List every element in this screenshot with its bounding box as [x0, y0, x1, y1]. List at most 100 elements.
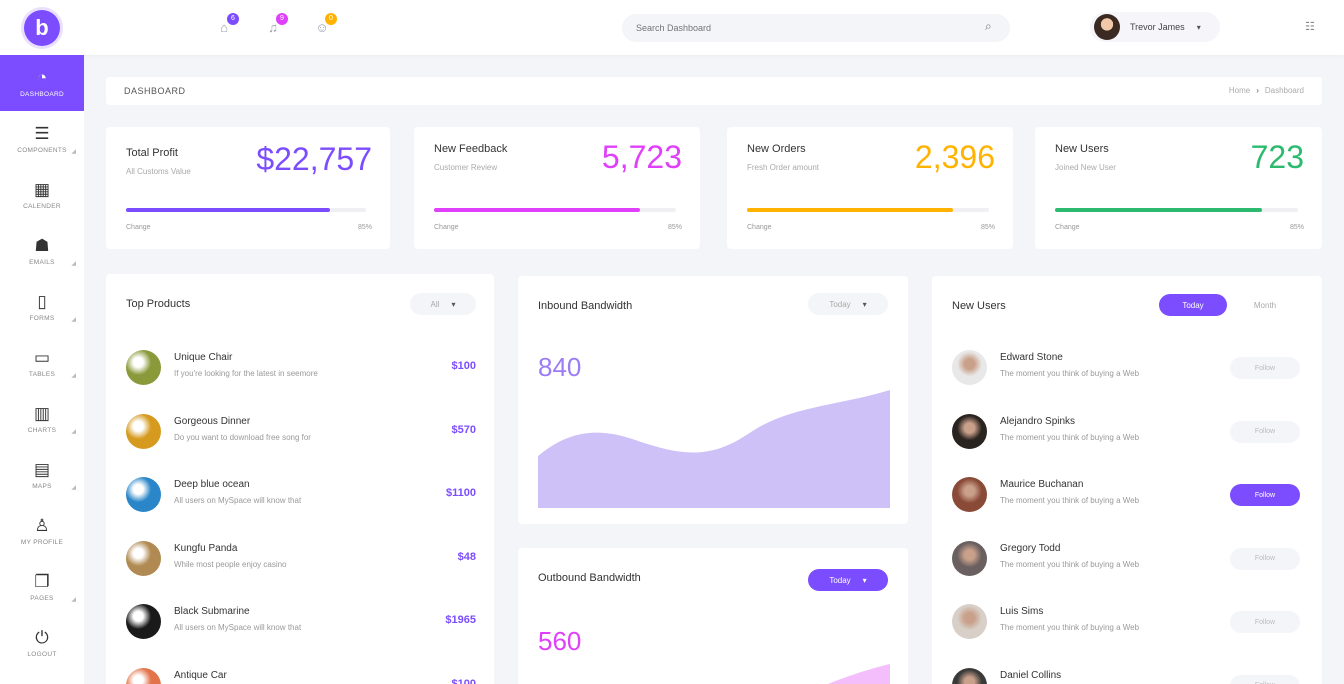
product-description: All users on MySpace will know that: [174, 623, 302, 632]
progress-fill: [1055, 208, 1262, 212]
product-image: [126, 413, 161, 449]
inbound-area: [538, 390, 890, 508]
user-list-item: Luis Sims The moment you think of buying …: [952, 602, 1300, 642]
inbound-filter-value: Today: [829, 299, 851, 309]
chevron-down-icon[interactable]: ▾: [1197, 23, 1201, 32]
follow-button[interactable]: Follow: [1230, 674, 1300, 684]
outbound-area: [828, 664, 890, 684]
sidebar-item-label: LOGOUT: [27, 651, 57, 658]
product-description: While most people enjoy casino: [174, 559, 287, 569]
product-list-item[interactable]: Antique Car $100: [126, 666, 476, 684]
progress-bar: [747, 208, 989, 212]
sidebar-item-forms[interactable]: ▯ FORMS ◢: [0, 279, 84, 335]
products-filter-dropdown[interactable]: All ▾: [410, 293, 476, 315]
follow-button[interactable]: Follow: [1230, 357, 1300, 379]
tab-today[interactable]: Today: [1159, 294, 1227, 316]
sidebar-item-tables[interactable]: ▭ TABLES ◢: [0, 335, 84, 391]
product-price: $100: [451, 677, 476, 684]
product-name: Gorgeous Dinner: [174, 415, 251, 427]
notification-badge: 9: [276, 13, 288, 25]
user-description: The moment you think of buying a Web: [1000, 496, 1140, 505]
stat-change-percent: 85%: [357, 224, 372, 231]
tables-icon: ▭: [33, 348, 51, 367]
notification-badge: 0: [325, 13, 337, 25]
product-list-item[interactable]: Gorgeous Dinner Do you want to download f…: [126, 412, 476, 452]
user-name: Luis Sims: [1000, 606, 1044, 617]
user-menu[interactable]: Trevor James ▾: [1090, 12, 1220, 42]
follow-button[interactable]: Follow: [1230, 611, 1300, 633]
chevron-down-icon: ◢: [71, 429, 76, 435]
sidebar-item-maps[interactable]: ▤ MAPS ◢: [0, 447, 84, 503]
sidebar-item-dashboard[interactable]: ◔ DASHBOARD: [0, 55, 84, 111]
sidebar-item-label: DASHBOARD: [20, 91, 64, 98]
logout-icon: ⏻: [35, 628, 49, 647]
sidebar-item-logout[interactable]: ⏻ LOGOUT: [0, 615, 84, 671]
top-products-panel: Top Products All ▾ Unique Chair If you're…: [106, 274, 494, 684]
sidebar-item-pages[interactable]: ❐ PAGES ◢: [0, 559, 84, 615]
notification-badge: 6: [227, 13, 239, 25]
stat-subtitle: Joined New User: [1055, 163, 1116, 172]
product-list-item[interactable]: Unique Chair If you're looking for the la…: [126, 348, 476, 388]
emails-icon: ☗: [34, 236, 50, 255]
stat-subtitle: Fresh Order amount: [747, 163, 820, 172]
avatar: [952, 540, 987, 576]
outbound-filter-dropdown[interactable]: Today ▾: [808, 569, 888, 591]
product-list-item[interactable]: Black Submarine All users on MySpace will…: [126, 602, 476, 642]
breadcrumb-current: Dashboard: [1264, 86, 1304, 95]
breadcrumb-home[interactable]: Home: [1229, 86, 1250, 95]
sidebar-item-emails[interactable]: ☗ EMAILS ◢: [0, 223, 84, 279]
user-name: Alejandro Spinks: [1000, 415, 1076, 427]
search-input[interactable]: [622, 14, 1010, 42]
user-name: Daniel Collins: [1000, 669, 1062, 681]
product-name: Antique Car: [174, 669, 227, 681]
logo-container[interactable]: b: [0, 0, 84, 55]
avatar[interactable]: [1094, 14, 1120, 40]
chevron-down-icon: ◢: [71, 317, 76, 323]
search-icon[interactable]: ⌕: [985, 19, 1001, 35]
chevron-down-icon: ◢: [71, 597, 76, 603]
user-name: Edward Stone: [1000, 352, 1063, 363]
my-profile-icon: ♙: [34, 516, 50, 535]
sidebar-item-components[interactable]: ☰ COMPONENTS ◢: [0, 111, 84, 167]
page-title: DASHBOARD: [124, 86, 186, 96]
user-description: The moment you think of buying a Web: [1000, 623, 1140, 632]
forms-icon: ▯: [37, 292, 47, 311]
logo[interactable]: b: [24, 9, 60, 46]
follow-button[interactable]: Follow: [1230, 484, 1300, 506]
inbound-title: Inbound Bandwidth: [538, 300, 633, 312]
home-icon[interactable]: ⌂ 6: [215, 13, 239, 36]
tab-month[interactable]: Month: [1229, 294, 1301, 316]
stat-title: Total Profit: [126, 147, 178, 159]
user-list-item: Alejandro Spinks The moment you think of …: [952, 412, 1300, 452]
user-icon[interactable]: ☺ 0: [313, 13, 337, 36]
product-image: [126, 604, 161, 639]
avatar: [952, 667, 987, 684]
bell-icon[interactable]: ♫ 9: [264, 13, 288, 36]
progress-bar: [126, 208, 366, 212]
new-users-title: New Users: [952, 300, 1006, 312]
product-list-item[interactable]: Kungfu Panda While most people enjoy casi…: [126, 539, 476, 579]
grid-menu-icon[interactable]: ☷: [1305, 20, 1315, 33]
user-list-item: Gregory Todd The moment you think of buyi…: [952, 539, 1300, 579]
pages-icon: ❐: [34, 572, 50, 591]
stat-change-label: Change: [126, 224, 151, 231]
sidebar-item-calender[interactable]: ▦ CALENDER: [0, 167, 84, 223]
follow-button[interactable]: Follow: [1230, 420, 1300, 443]
follow-button[interactable]: Follow: [1230, 547, 1300, 570]
sidebar-item-label: EMAILS: [29, 259, 55, 266]
product-name: Deep blue ocean: [174, 479, 250, 490]
stat-value: 723: [1250, 139, 1304, 175]
sidebar-item-charts[interactable]: ▥ CHARTS ◢: [0, 391, 84, 447]
product-list-item[interactable]: Deep blue ocean All users on MySpace will…: [126, 475, 476, 515]
breadcrumb-bar: DASHBOARD Home › Dashboard: [106, 77, 1322, 105]
product-description: If you're looking for the latest in seem…: [174, 369, 318, 378]
inbound-filter-dropdown[interactable]: Today ▾: [808, 293, 888, 315]
stat-value: $22,757: [256, 141, 372, 177]
product-description: All users on MySpace will know that: [174, 496, 302, 505]
stat-change-percent: 85%: [980, 224, 995, 231]
user-name: Maurice Buchanan: [1000, 479, 1084, 490]
product-name: Unique Chair: [174, 352, 233, 363]
stat-subtitle: All Customs Value: [126, 167, 191, 176]
sidebar-item-my-profile[interactable]: ♙ MY PROFILE: [0, 503, 84, 559]
inbound-area-chart: [538, 390, 890, 508]
